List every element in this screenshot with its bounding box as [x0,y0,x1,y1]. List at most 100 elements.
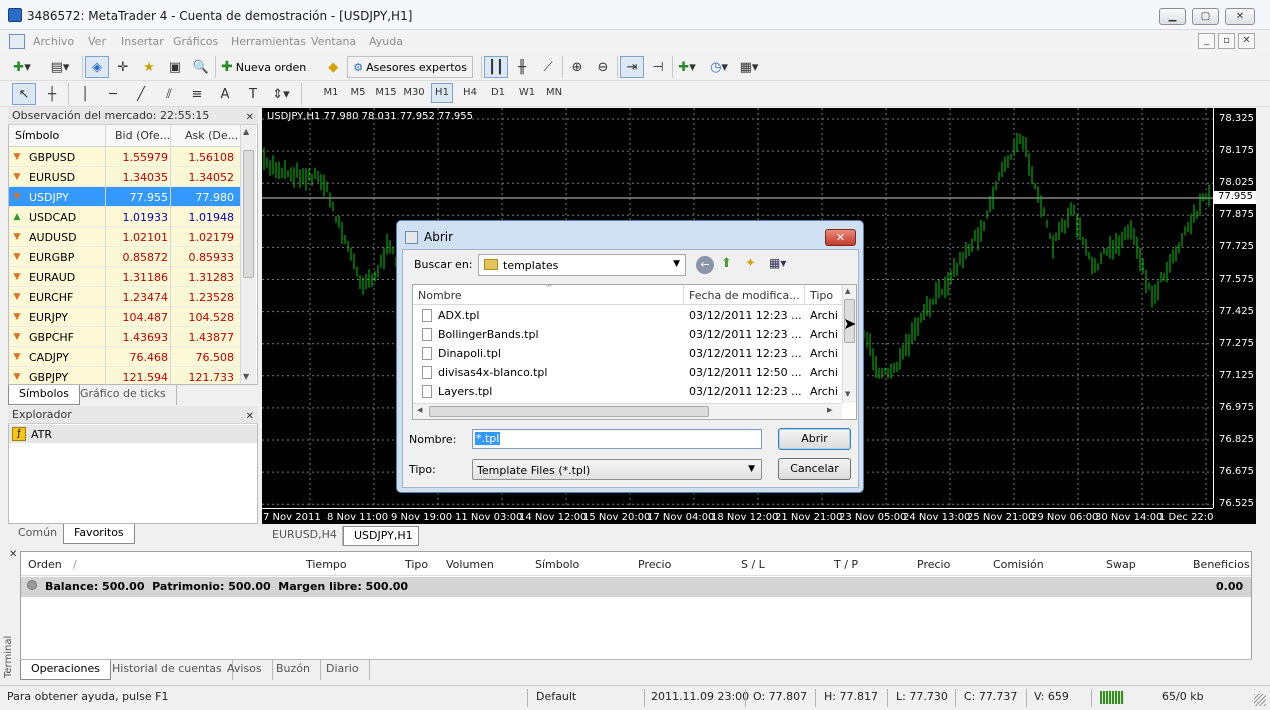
market-watch-row[interactable]: ▼ EURGBP 0.85872 0.85933 [9,247,240,267]
file-row[interactable]: Dinapoli.tpl 03/12/2011 12:23 ... Archi [413,344,841,363]
column-tipo[interactable]: Tipo [810,289,833,302]
column-sl[interactable]: S / L [741,558,765,571]
look-in-select[interactable]: templates ▼ [478,254,686,276]
market-watch-row[interactable]: ▼ EURJPY 104.487 104.528 [9,307,240,327]
expert-advisors-button[interactable]: ⚙ Asesores expertos [347,56,473,78]
dialog-close-button[interactable]: ✕ [825,229,856,246]
explorer-item[interactable]: ƒ ATR [9,425,257,443]
metaeditor-icon[interactable]: ◆ [321,56,345,78]
tab-favoritos[interactable]: Favoritos [63,524,135,544]
column-comision[interactable]: Comisión [993,558,1044,571]
candle-chart-icon[interactable]: ╫ [510,56,534,78]
terminal-close-icon[interactable]: ✕ [9,549,17,560]
periods-clock-icon[interactable]: ◷ ▾ [707,56,731,78]
column-precio[interactable]: Precio [638,558,671,571]
column-ask[interactable]: Ask (De... [185,129,238,142]
file-row[interactable]: divisas4x-blanco.tpl 03/12/2011 12:50 ...… [413,363,841,382]
cursor-icon[interactable]: ↖ [12,83,36,105]
data-window-icon[interactable]: ✛ [111,56,135,78]
filetype-select[interactable]: Template Files (*.tpl) ▼ [472,459,762,480]
bar-chart-icon[interactable]: ┃┃ [484,56,508,78]
tester-icon[interactable]: 🔍 [189,56,213,78]
market-watch-close-icon[interactable]: ✕ [246,109,254,126]
market-watch-row[interactable]: ▼ EURUSD 1.34035 1.34052 [9,167,240,187]
tab-eurusd-h4[interactable]: EURUSD,H4 [262,526,343,546]
timeframe-mn[interactable]: MN [542,83,566,103]
mdi-close-button[interactable]: ✕ [1238,33,1255,49]
column-beneficios[interactable]: Beneficios [1193,558,1250,571]
file-row[interactable]: Layers.tpl 03/12/2011 12:23 ... Archi [413,382,841,401]
profiles-icon[interactable]: ▤▾ [48,56,72,78]
menu-ver[interactable]: Ver [88,35,106,48]
tab-buzon[interactable]: Buzón [266,660,321,680]
filename-input[interactable]: *.tpl [472,429,762,449]
market-watch-icon[interactable]: ◈ [85,56,109,78]
timeframe-h1[interactable]: H1 [431,83,453,103]
new-folder-icon[interactable]: ✦ [745,256,756,271]
column-fecha[interactable]: Fecha de modifica... [689,289,800,302]
back-icon[interactable]: ← [696,256,714,274]
new-order-button[interactable]: ✚ Nueva orden [218,59,309,75]
explorer-close-icon[interactable]: ✕ [246,408,254,425]
horizontal-line-icon[interactable]: ─ [101,83,125,105]
mdi-restore-button[interactable]: ▫ [1218,33,1235,49]
timeframe-d1[interactable]: D1 [487,83,509,103]
column-precio-actual[interactable]: Precio [917,558,950,571]
market-watch-row[interactable]: ▼ USDJPY 77.955 77.980 [9,187,240,207]
close-button[interactable]: ✕ [1225,8,1255,25]
text-label-icon[interactable]: T [241,83,265,105]
minimize-button[interactable]: ▁ [1159,8,1186,25]
indicators-icon[interactable]: ✚ ▾ [675,56,699,78]
file-row[interactable]: ADX.tpl 03/12/2011 12:23 ... Archi [413,306,841,325]
column-symbol[interactable]: Símbolo [15,129,59,142]
column-tp[interactable]: T / P [834,558,858,571]
tab-diario[interactable]: Diario [316,660,370,680]
menu-ventana[interactable]: Ventana [311,35,356,48]
column-swap[interactable]: Swap [1106,558,1136,571]
terminal-icon[interactable]: ▣ [163,56,187,78]
new-chart-icon[interactable]: ✚ ▾ [10,56,34,78]
cancel-button[interactable]: Cancelar [778,458,851,480]
tab-grafico-ticks[interactable]: Gráfico de ticks [70,385,177,405]
tab-historial[interactable]: Historial de cuentas [102,660,233,680]
open-button[interactable]: Abrir [778,428,851,450]
channel-icon[interactable]: ⫽ [157,83,181,105]
file-list-hscrollbar[interactable]: ◀ ▶ [413,403,842,419]
file-row[interactable]: BollingerBands.tpl 03/12/2011 12:23 ... Ar… [413,325,841,344]
column-tipo[interactable]: Tipo [405,558,428,571]
trendline-icon[interactable]: ╱ [129,83,153,105]
chart-window-icon[interactable] [9,34,25,49]
timeframe-m15[interactable]: M15 [373,83,399,103]
timeframe-w1[interactable]: W1 [515,83,539,103]
menu-graficos[interactable]: Gráficos [173,35,218,48]
market-watch-row[interactable]: ▼ EURCHF 1.23474 1.23528 [9,287,240,307]
navigator-icon[interactable]: ★ [137,56,161,78]
balance-row[interactable]: Balance: 500.00 Patrimonio: 500.00 Marge… [21,577,1251,597]
market-watch-row[interactable]: ▼ EURAUD 1.31186 1.31283 [9,267,240,287]
column-orden[interactable]: Orden [28,558,62,571]
chart-shift-icon[interactable]: ⊣ [646,56,670,78]
menu-insertar[interactable]: Insertar [121,35,164,48]
market-watch-row[interactable]: ▼ CADJPY 76.468 76.508 [9,347,240,367]
zoom-in-icon[interactable]: ⊕ [565,56,589,78]
crosshair-icon[interactable]: ┼ [40,83,64,105]
tab-avisos[interactable]: Avisos [217,660,273,680]
market-watch-row[interactable]: ▲ USDCAD 1.01933 1.01948 [9,207,240,227]
text-icon[interactable]: A [213,83,237,105]
menu-archivo[interactable]: Archivo [33,35,74,48]
market-watch-scrollbar[interactable]: ▲ ▼ [240,125,256,387]
market-watch-row[interactable]: ▼ GBPUSD 1.55979 1.56108 [9,147,240,167]
view-menu-icon[interactable]: ▦▾ [769,256,786,270]
menu-herramientas[interactable]: Herramientas [231,35,306,48]
maximize-button[interactable]: ▢ [1192,8,1219,25]
zoom-out-icon[interactable]: ⊖ [591,56,615,78]
up-folder-icon[interactable]: ⬆ [721,256,732,271]
column-nombre[interactable]: Nombre [418,289,462,302]
mdi-minimize-button[interactable]: _ [1198,33,1215,49]
menu-ayuda[interactable]: Ayuda [369,35,403,48]
tab-operaciones[interactable]: Operaciones [20,660,111,680]
timeframe-m5[interactable]: M5 [347,83,369,103]
timeframe-h4[interactable]: H4 [459,83,481,103]
line-chart-icon[interactable]: ⟋ [536,56,560,78]
fibonacci-icon[interactable]: ≡ [185,83,209,105]
